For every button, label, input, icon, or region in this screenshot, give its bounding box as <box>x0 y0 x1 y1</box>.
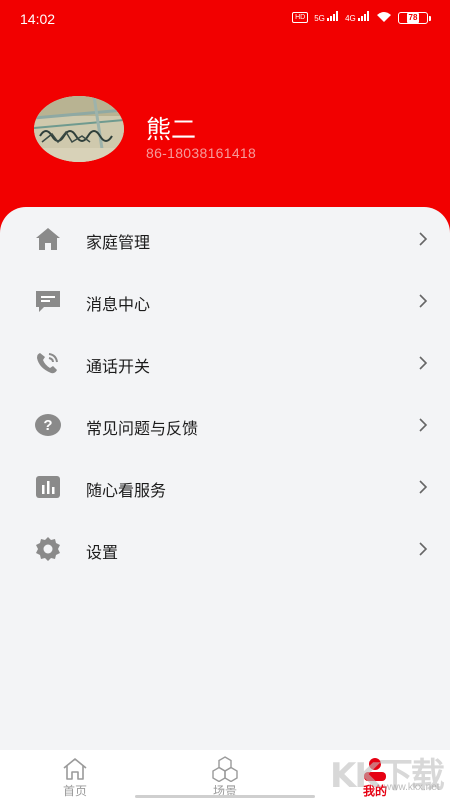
question-icon: ? <box>34 412 62 438</box>
phone-icon <box>34 350 62 376</box>
chevron-right-icon <box>418 293 428 309</box>
tab-scene[interactable]: 场景 <box>150 750 300 800</box>
signal-5g-label: 5G <box>314 14 325 23</box>
home-icon <box>61 756 89 782</box>
status-time: 14:02 <box>20 11 56 27</box>
profile-icon <box>361 756 389 782</box>
menu-item-call-switch[interactable]: 通话开关 <box>0 335 450 391</box>
chevron-right-icon <box>418 541 428 557</box>
home-indicator <box>135 795 315 798</box>
menu-item-label: 消息中心 <box>86 295 151 314</box>
status-icons: HD 5G 4G <box>292 11 392 23</box>
svg-text:?: ? <box>43 417 52 434</box>
menu-card: 家庭管理 消息中心 通话开关 ? 常见问题与反馈 随心看服务 设置 <box>0 207 450 750</box>
menu-item-faq-feedback[interactable]: ? 常见问题与反馈 <box>0 397 450 453</box>
tab-label: 我的 <box>362 784 387 798</box>
battery-level: 78 <box>406 13 420 23</box>
user-phone: 86-18038161418 <box>146 145 257 161</box>
bottom-tab-bar: 首页 场景 我的 <box>0 750 450 800</box>
chevron-right-icon <box>418 231 428 247</box>
signal-4g-label: 4G <box>345 14 356 23</box>
wifi-icon <box>376 11 392 23</box>
avatar[interactable] <box>34 96 124 162</box>
battery-icon: 78 <box>398 12 431 24</box>
hd-icon: HD <box>292 11 309 23</box>
tab-mine[interactable]: 我的 <box>300 750 450 800</box>
tab-label: 首页 <box>62 784 87 798</box>
tab-home[interactable]: 首页 <box>0 750 150 800</box>
menu-item-label: 随心看服务 <box>86 481 167 500</box>
signal-4g-icon: 4G <box>345 11 370 23</box>
avatar-image <box>34 96 124 162</box>
menu-item-label: 通话开关 <box>86 357 151 376</box>
chart-icon <box>34 474 62 500</box>
chevron-right-icon <box>418 479 428 495</box>
menu-item-family-management[interactable]: 家庭管理 <box>0 211 450 267</box>
menu-item-label: 家庭管理 <box>86 233 151 252</box>
menu-item-label: 设置 <box>86 543 119 562</box>
signal-5g-icon: 5G <box>314 11 339 23</box>
gear-icon <box>34 536 62 562</box>
chevron-right-icon <box>418 417 428 433</box>
menu-item-watch-service[interactable]: 随心看服务 <box>0 459 450 515</box>
menu-item-settings[interactable]: 设置 <box>0 521 450 577</box>
scene-icon <box>211 756 239 783</box>
user-name: 熊二 <box>146 115 197 144</box>
message-icon <box>34 288 62 314</box>
chevron-right-icon <box>418 355 428 371</box>
home-icon <box>34 226 62 252</box>
status-bar: 14:02 HD 5G 4G 78 <box>0 0 450 38</box>
menu-item-label: 常见问题与反馈 <box>86 419 199 438</box>
menu-item-message-center[interactable]: 消息中心 <box>0 273 450 329</box>
